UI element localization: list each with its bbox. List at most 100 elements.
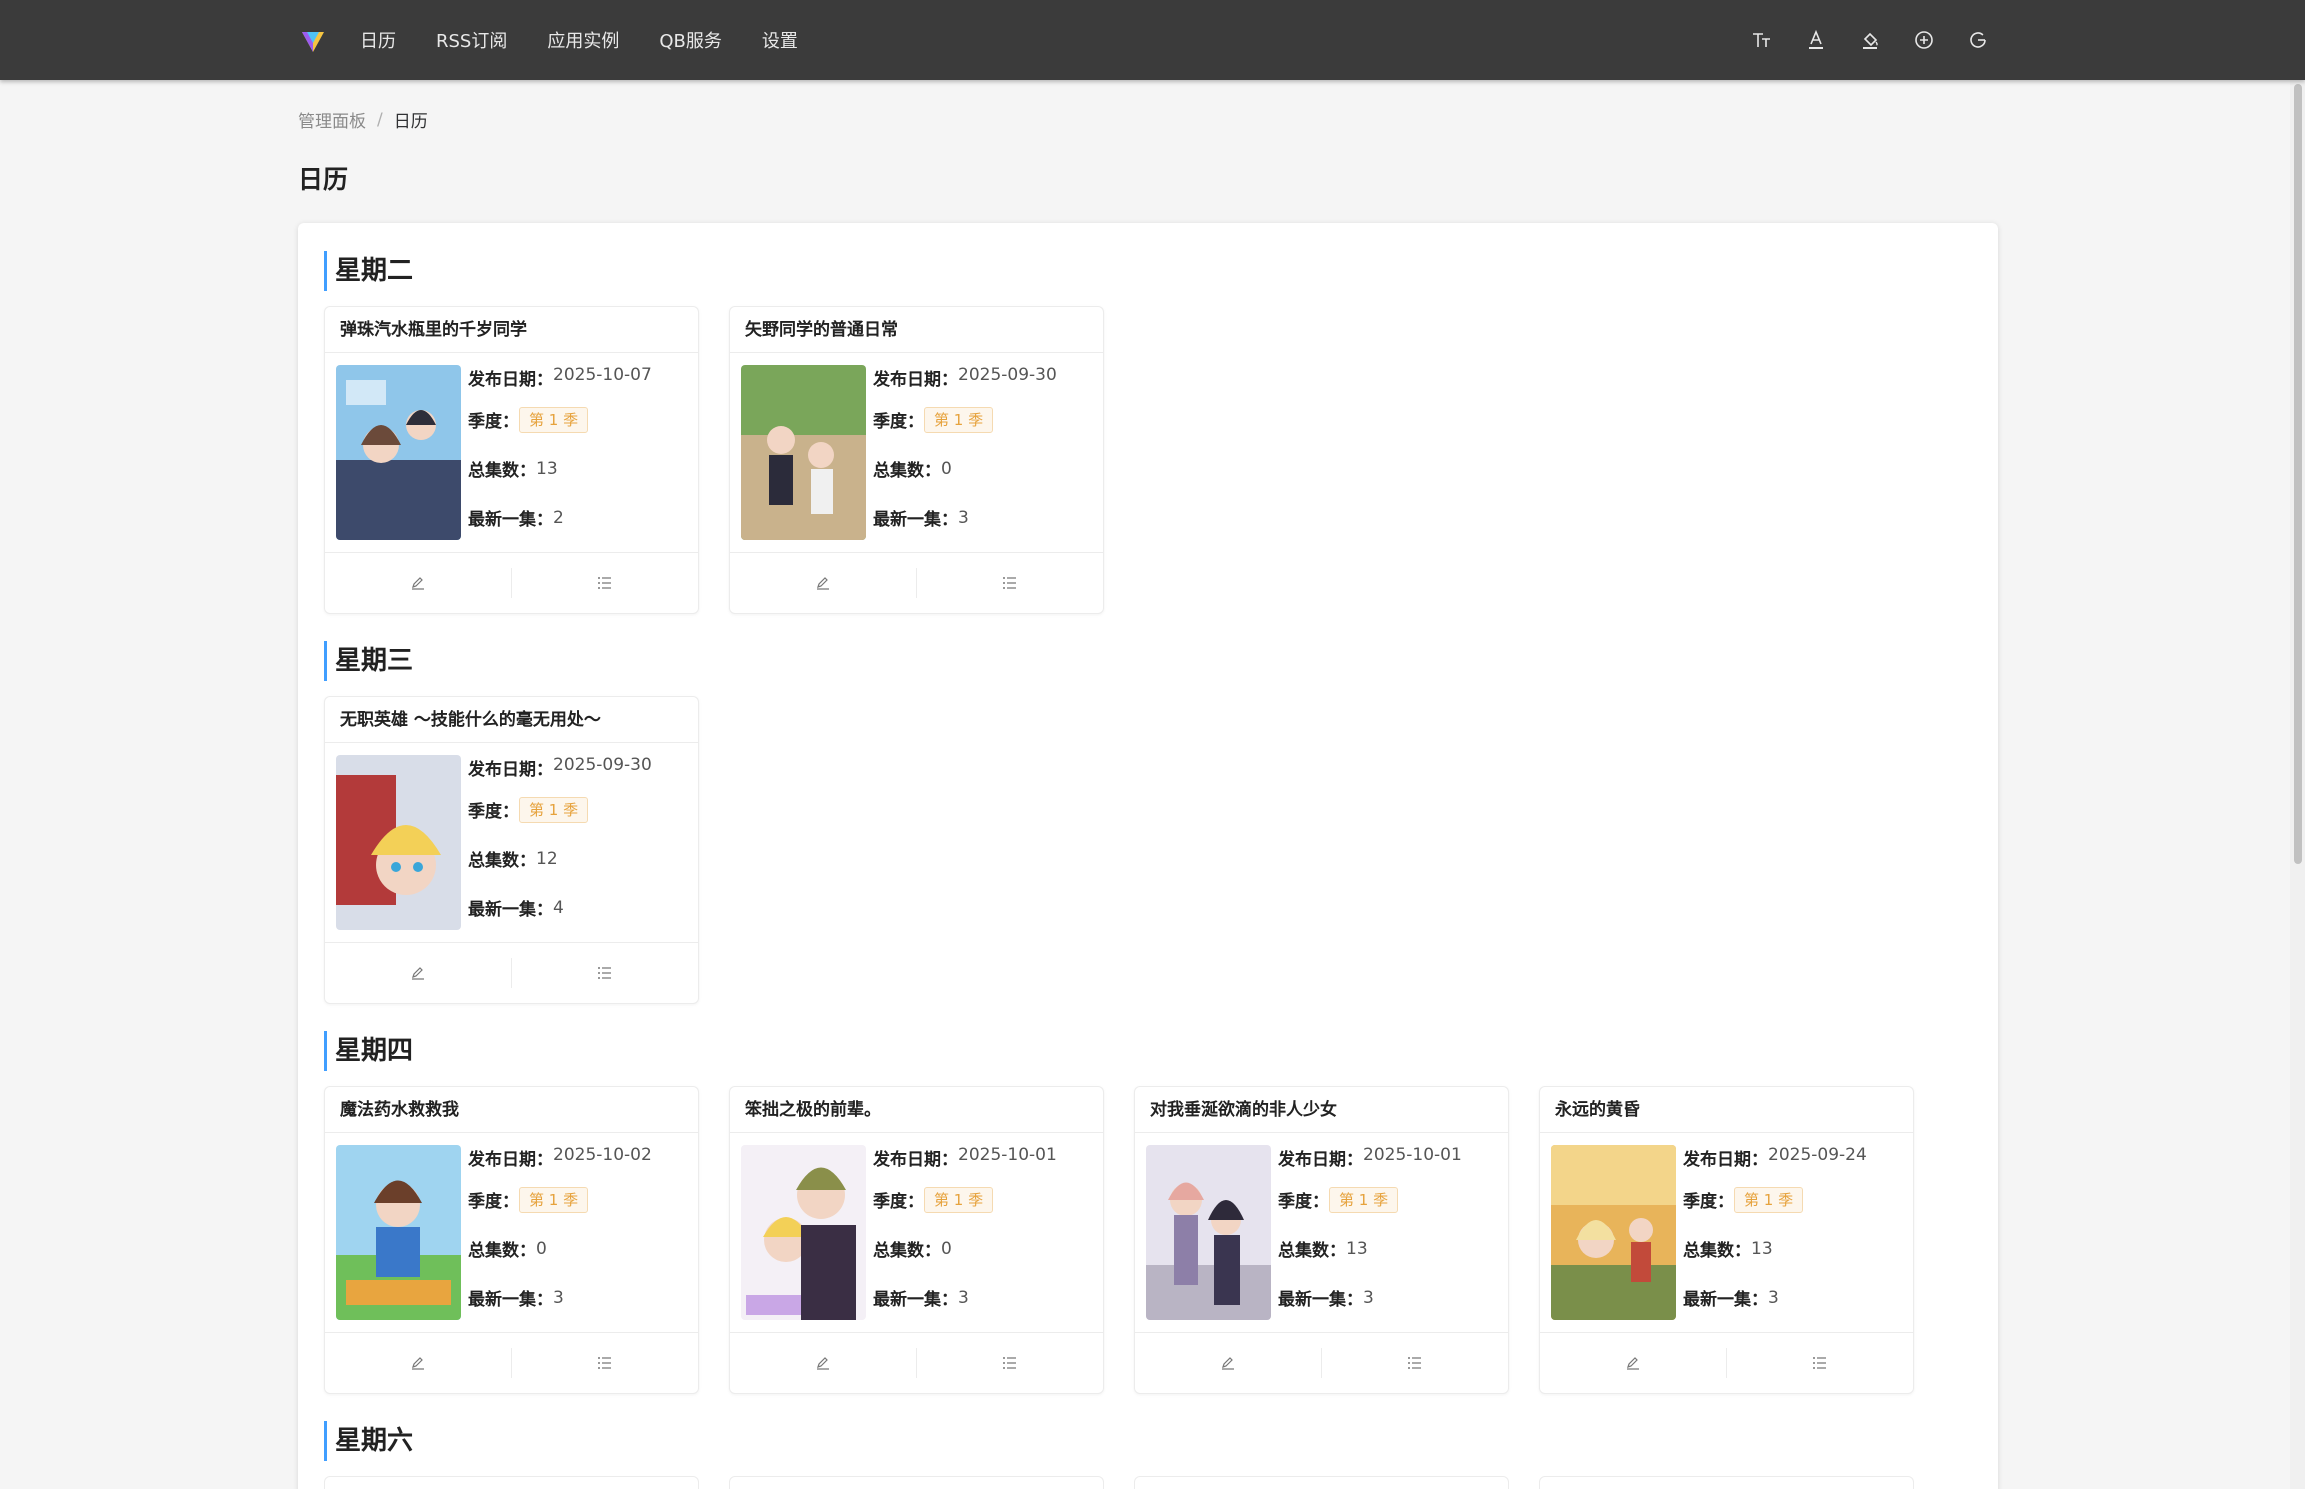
- season-tag: 第 1 季: [519, 406, 589, 433]
- anime-poster[interactable]: [1146, 1145, 1271, 1320]
- nav-item-rss[interactable]: RSS订阅: [436, 27, 507, 53]
- edit-button[interactable]: [1540, 1348, 1726, 1378]
- refresh-icon: [1970, 32, 1986, 48]
- text-color-button[interactable]: [1789, 20, 1843, 60]
- anime-card[interactable]: 永远的黄昏 发布日期： 2025-09-24 季度：第 1 季 总集数： 13 最新…: [1539, 1086, 1914, 1394]
- anime-info: 发布日期： 2025-09-30 季度：第 1 季 总集数： 0 最新一集： 3: [873, 365, 1098, 542]
- release-date-label: 发布日期：: [873, 370, 958, 390]
- total-episodes-label: 总集数：: [873, 1241, 941, 1261]
- fill-color-button[interactable]: [1843, 20, 1897, 60]
- breadcrumb-root[interactable]: 管理面板: [298, 107, 366, 132]
- fill-color-icon: [1863, 32, 1878, 49]
- anime-poster[interactable]: [741, 365, 866, 540]
- edit-button[interactable]: [325, 958, 511, 988]
- nav-item-calendar[interactable]: 日历: [360, 27, 396, 53]
- anime-card[interactable]: 矢野同学的普通日常 发布日期： 2025-09-30 季度：第 1 季 总集数： 0…: [729, 306, 1104, 614]
- edit-button[interactable]: [325, 568, 511, 598]
- list-icon: [598, 967, 611, 979]
- anime-card-partial[interactable]: [1134, 1476, 1509, 1489]
- episode-list-button[interactable]: [916, 1348, 1103, 1378]
- latest-episode-label: 最新一集：: [1278, 1290, 1363, 1310]
- season-tag: 第 1 季: [924, 1186, 994, 1213]
- anime-title: 矢野同学的普通日常: [730, 307, 1103, 353]
- latest-episode-value: 4: [553, 897, 564, 918]
- latest-episode-value: 3: [1768, 1287, 1779, 1308]
- anime-poster[interactable]: [336, 755, 461, 930]
- total-episodes-value: 13: [1751, 1238, 1773, 1259]
- card-actions: [1135, 1332, 1508, 1393]
- edit-button[interactable]: [325, 1348, 511, 1378]
- anime-poster[interactable]: [336, 1145, 461, 1320]
- total-episodes-label: 总集数：: [873, 461, 941, 481]
- anime-info: 发布日期： 2025-10-02 季度：第 1 季 总集数： 0 最新一集： 3: [468, 1145, 693, 1322]
- anime-card[interactable]: 无职英雄 ～技能什么的毫无用处～ 发布日期： 2025-09-30 季度：第 1 …: [324, 696, 699, 1004]
- release-date-value: 2025-09-30: [553, 755, 652, 775]
- edit-button[interactable]: [730, 568, 916, 598]
- season-tag: 第 1 季: [519, 1186, 589, 1213]
- card-actions: [1540, 1332, 1913, 1393]
- episode-list-button[interactable]: [916, 568, 1103, 598]
- season-label: 季度：: [873, 412, 924, 432]
- total-episodes-label: 总集数：: [468, 461, 536, 481]
- anime-poster[interactable]: [1551, 1145, 1676, 1320]
- refresh-button[interactable]: [1951, 20, 2005, 60]
- episode-list-button[interactable]: [511, 568, 698, 598]
- season-tag: 第 1 季: [1734, 1186, 1804, 1213]
- release-date-label: 发布日期：: [468, 1150, 553, 1170]
- episode-list-button[interactable]: [1321, 1348, 1508, 1378]
- anime-info: 发布日期： 2025-10-01 季度：第 1 季 总集数： 13 最新一集： 3: [1278, 1145, 1503, 1322]
- release-date-label: 发布日期：: [873, 1150, 958, 1170]
- edit-icon: [412, 577, 424, 590]
- season-label: 季度：: [1683, 1192, 1734, 1212]
- day-heading-wednesday: 星期三: [324, 641, 413, 681]
- episode-list-button[interactable]: [511, 958, 698, 988]
- add-button[interactable]: [1897, 20, 1951, 60]
- episode-list-button[interactable]: [511, 1348, 698, 1378]
- episode-list-button[interactable]: [1726, 1348, 1913, 1378]
- latest-episode-label: 最新一集：: [468, 900, 553, 920]
- nav-item-instances[interactable]: 应用实例: [547, 27, 619, 53]
- edit-icon: [1222, 1357, 1234, 1370]
- anime-card[interactable]: 魔法药水救救我 发布日期： 2025-10-02 季度：第 1 季 总集数： 0 最…: [324, 1086, 699, 1394]
- breadcrumb-separator: /: [377, 109, 383, 130]
- total-episodes-value: 0: [941, 1238, 952, 1259]
- season-label: 季度：: [468, 412, 519, 432]
- season-label: 季度：: [468, 1192, 519, 1212]
- edit-icon: [412, 967, 424, 980]
- scrollbar-thumb[interactable]: [2294, 84, 2302, 864]
- anime-card-partial[interactable]: [1539, 1476, 1914, 1489]
- latest-episode-value: 3: [1363, 1287, 1374, 1308]
- edit-button[interactable]: [1135, 1348, 1321, 1378]
- list-icon: [1003, 577, 1016, 589]
- release-date-value: 2025-10-02: [553, 1145, 652, 1165]
- release-date-value: 2025-10-07: [553, 365, 652, 385]
- anime-card[interactable]: 弹珠汽水瓶里的千岁同学 发布日期： 2025-10-07 季度：第 1 季 总集数…: [324, 306, 699, 614]
- edit-button[interactable]: [730, 1348, 916, 1378]
- total-episodes-value: 0: [536, 1238, 547, 1259]
- card-actions: [325, 1332, 698, 1393]
- anime-title: 永远的黄昏: [1540, 1087, 1913, 1133]
- anime-card-partial[interactable]: [729, 1476, 1104, 1489]
- anime-card[interactable]: 对我垂涎欲滴的非人少女 发布日期： 2025-10-01 季度：第 1 季 总集数…: [1134, 1086, 1509, 1394]
- page-scrollbar[interactable]: [2290, 80, 2305, 1489]
- release-date-label: 发布日期：: [468, 370, 553, 390]
- total-episodes-value: 13: [536, 458, 558, 479]
- app-logo-icon[interactable]: [300, 28, 326, 54]
- anime-poster[interactable]: [336, 365, 461, 540]
- day-heading-tuesday: 星期二: [324, 251, 413, 291]
- release-date-label: 发布日期：: [1278, 1150, 1363, 1170]
- anime-card[interactable]: 笨拙之极的前辈。 发布日期： 2025-10-01 季度：第 1 季 总集数： 0 …: [729, 1086, 1104, 1394]
- season-tag: 第 1 季: [1329, 1186, 1399, 1213]
- day-heading-thursday: 星期四: [324, 1031, 413, 1071]
- font-size-button[interactable]: [1735, 20, 1789, 60]
- card-actions: [325, 942, 698, 1003]
- anime-card-partial[interactable]: [324, 1476, 699, 1489]
- anime-poster[interactable]: [741, 1145, 866, 1320]
- total-episodes-value: 12: [536, 848, 558, 869]
- latest-episode-value: 3: [958, 507, 969, 528]
- total-episodes-label: 总集数：: [468, 851, 536, 871]
- anime-title: 弹珠汽水瓶里的千岁同学: [325, 307, 698, 353]
- latest-episode-label: 最新一集：: [873, 510, 958, 530]
- nav-item-settings[interactable]: 设置: [762, 27, 798, 53]
- nav-item-qb-service[interactable]: QB服务: [659, 27, 722, 53]
